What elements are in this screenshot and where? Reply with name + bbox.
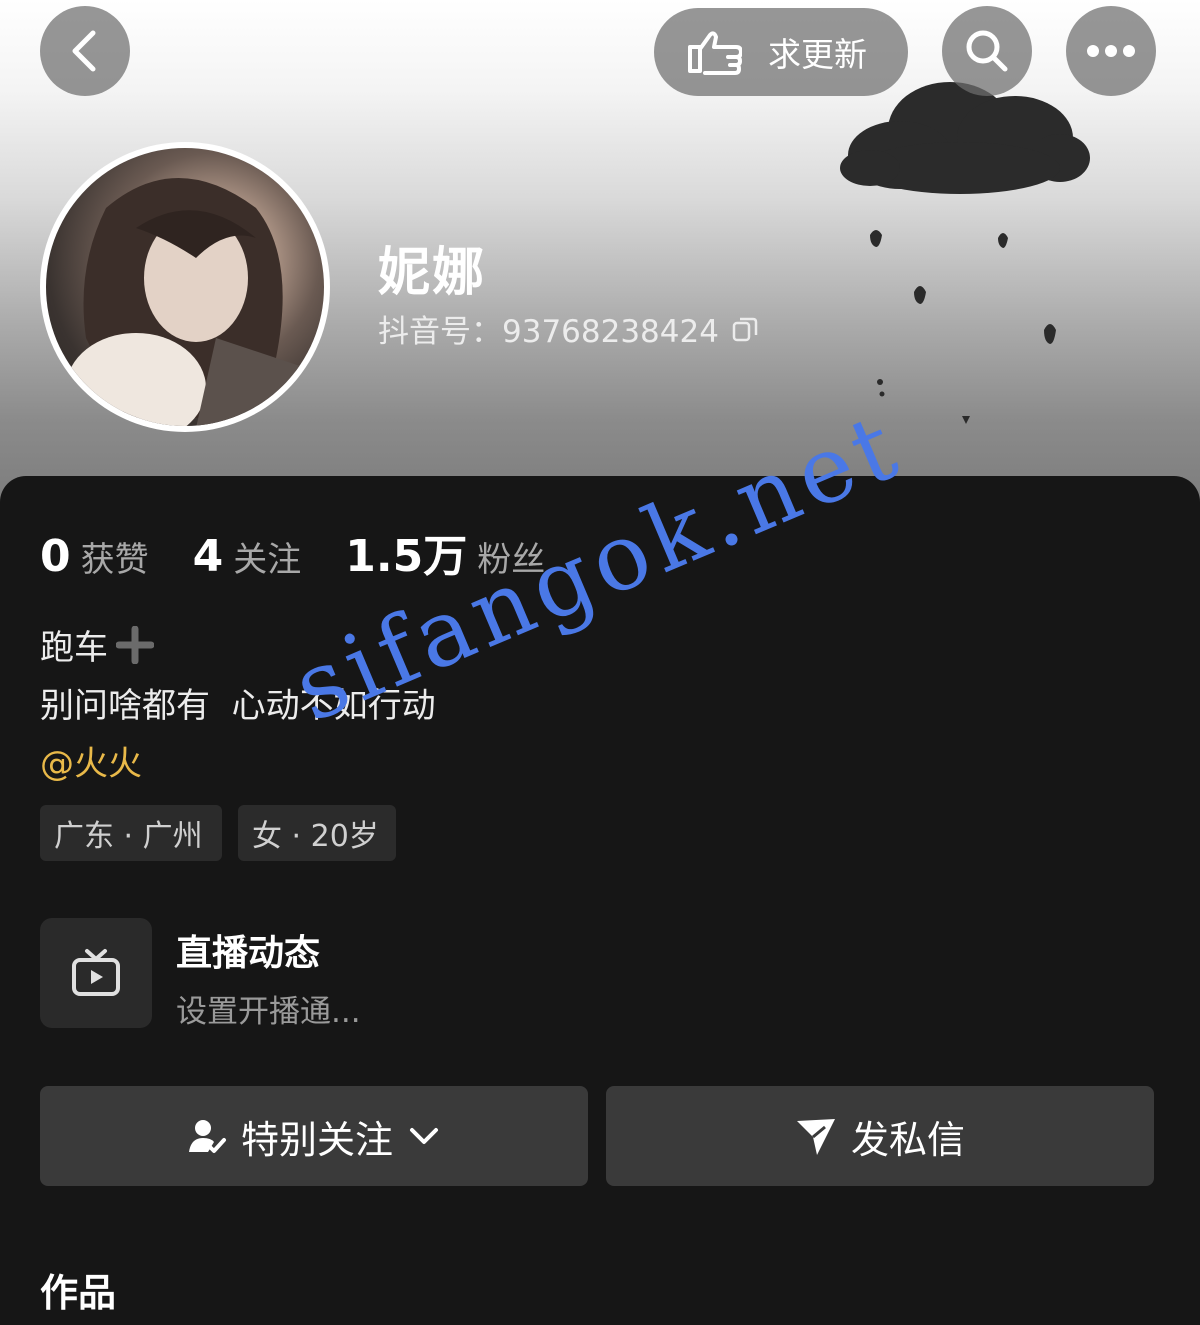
stat-following-value: 4 xyxy=(192,531,224,582)
live-status-card[interactable] xyxy=(40,918,152,1028)
send-message-label: 发私信 xyxy=(850,1117,965,1162)
user-check-icon xyxy=(188,1120,226,1153)
douyin-id-row: 抖音号：93768238424 xyxy=(378,306,759,351)
request-update-label: 求更新 xyxy=(768,35,867,74)
paper-plane-icon xyxy=(796,1119,835,1155)
special-follow-button[interactable]: 特别关注 xyxy=(40,1086,588,1186)
plus-icon xyxy=(116,625,154,664)
live-status-title[interactable]: 直播动态 xyxy=(176,924,320,976)
request-update-button[interactable]: 求更新 xyxy=(654,8,908,96)
stat-likes[interactable]: 0 获赞 xyxy=(40,531,149,582)
live-status-subtitle: 设置开播通... xyxy=(176,994,361,1030)
avatar[interactable] xyxy=(40,142,330,432)
back-button[interactable] xyxy=(40,6,130,96)
chevron-left-icon xyxy=(72,30,96,72)
bio-line-1-row: 跑车 xyxy=(40,620,154,669)
search-icon xyxy=(966,30,1008,72)
avatar-image xyxy=(46,148,324,426)
rain-cloud-decoration xyxy=(840,82,1090,424)
tv-icon xyxy=(72,949,120,996)
send-message-button[interactable]: 发私信 xyxy=(606,1086,1154,1186)
stat-following[interactable]: 4 关注 xyxy=(193,531,302,582)
stat-following-label: 关注 xyxy=(233,540,302,580)
more-dots-icon xyxy=(1087,45,1135,57)
pointing-hand-icon xyxy=(688,31,742,75)
special-follow-label: 特别关注 xyxy=(240,1117,393,1162)
search-button[interactable] xyxy=(942,6,1032,96)
nickname: 妮娜 xyxy=(378,243,487,303)
more-options-button[interactable] xyxy=(1066,6,1156,96)
stat-likes-label: 获赞 xyxy=(80,540,149,580)
bio-line-1: 跑车 xyxy=(40,628,108,668)
stat-likes-value: 0 xyxy=(40,531,71,582)
copy-icon[interactable] xyxy=(731,315,759,343)
bio-mention-link[interactable]: @火火 xyxy=(40,736,142,785)
location-tag: 广东 · 广州 xyxy=(40,805,222,861)
gender-age-tag: 女 · 20岁 xyxy=(238,805,396,861)
chevron-down-icon xyxy=(410,1128,438,1144)
douyin-id: 抖音号：93768238424 xyxy=(378,314,719,350)
works-section-title[interactable]: 作品 xyxy=(40,1262,116,1317)
